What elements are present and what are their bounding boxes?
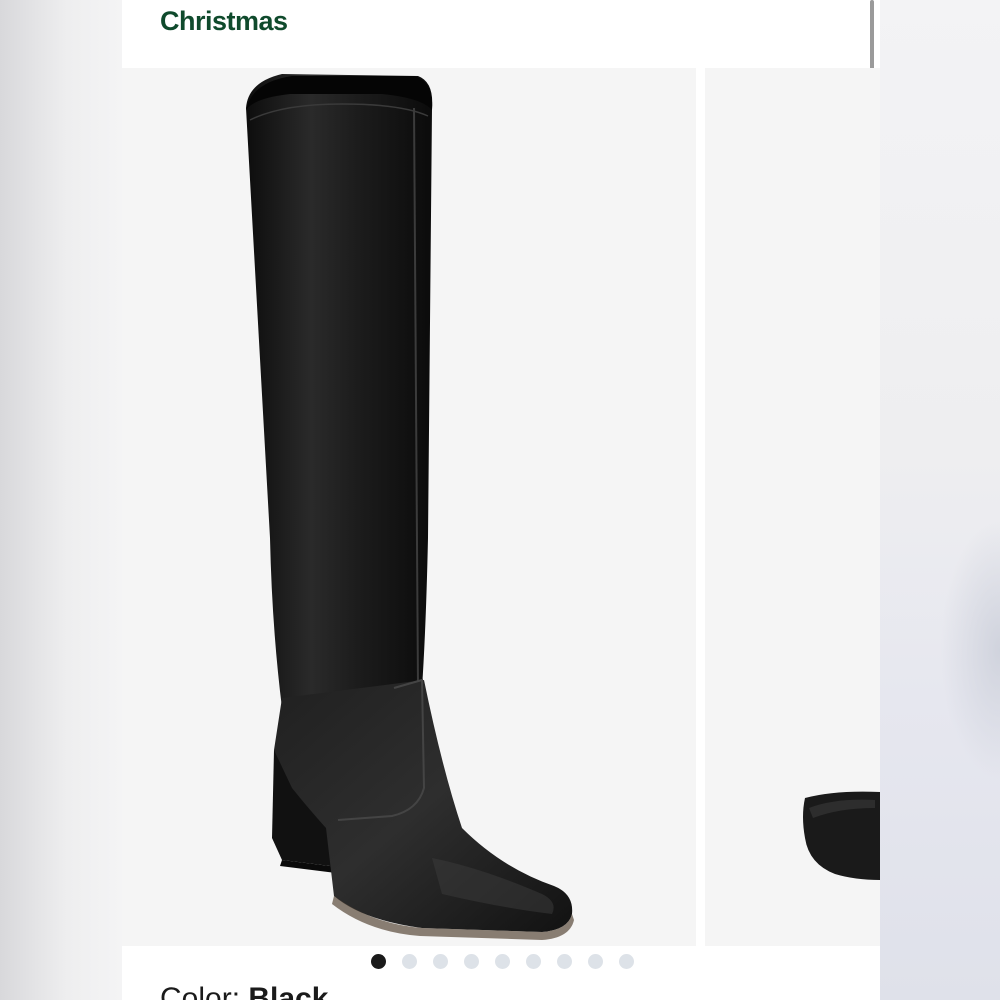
- gallery-pagination: [122, 954, 880, 972]
- page-header: Christmas: [122, 0, 880, 66]
- gallery-slide-main[interactable]: [122, 68, 696, 946]
- pagination-dot[interactable]: [526, 954, 541, 969]
- pagination-dot[interactable]: [433, 954, 448, 969]
- phone-screen: Christmas Color: Black: [122, 0, 880, 1000]
- pagination-dot[interactable]: [619, 954, 634, 969]
- color-value: Black: [248, 982, 329, 1000]
- boot-image-partial: [803, 791, 880, 880]
- gallery-slide-next[interactable]: [705, 68, 880, 946]
- page-title: Christmas: [160, 6, 288, 36]
- pagination-dot[interactable]: [557, 954, 572, 969]
- pagination-dot[interactable]: [371, 954, 386, 969]
- pagination-dot[interactable]: [495, 954, 510, 969]
- backdrop-right: [880, 0, 1000, 1000]
- pagination-dot[interactable]: [402, 954, 417, 969]
- color-label: Color:: [160, 982, 249, 1000]
- product-color: Color: Black: [160, 982, 328, 1000]
- boot-image: [246, 74, 574, 940]
- backdrop-left: [0, 0, 122, 1000]
- pagination-dot[interactable]: [588, 954, 603, 969]
- pagination-dot[interactable]: [464, 954, 479, 969]
- product-image-gallery[interactable]: [122, 66, 880, 946]
